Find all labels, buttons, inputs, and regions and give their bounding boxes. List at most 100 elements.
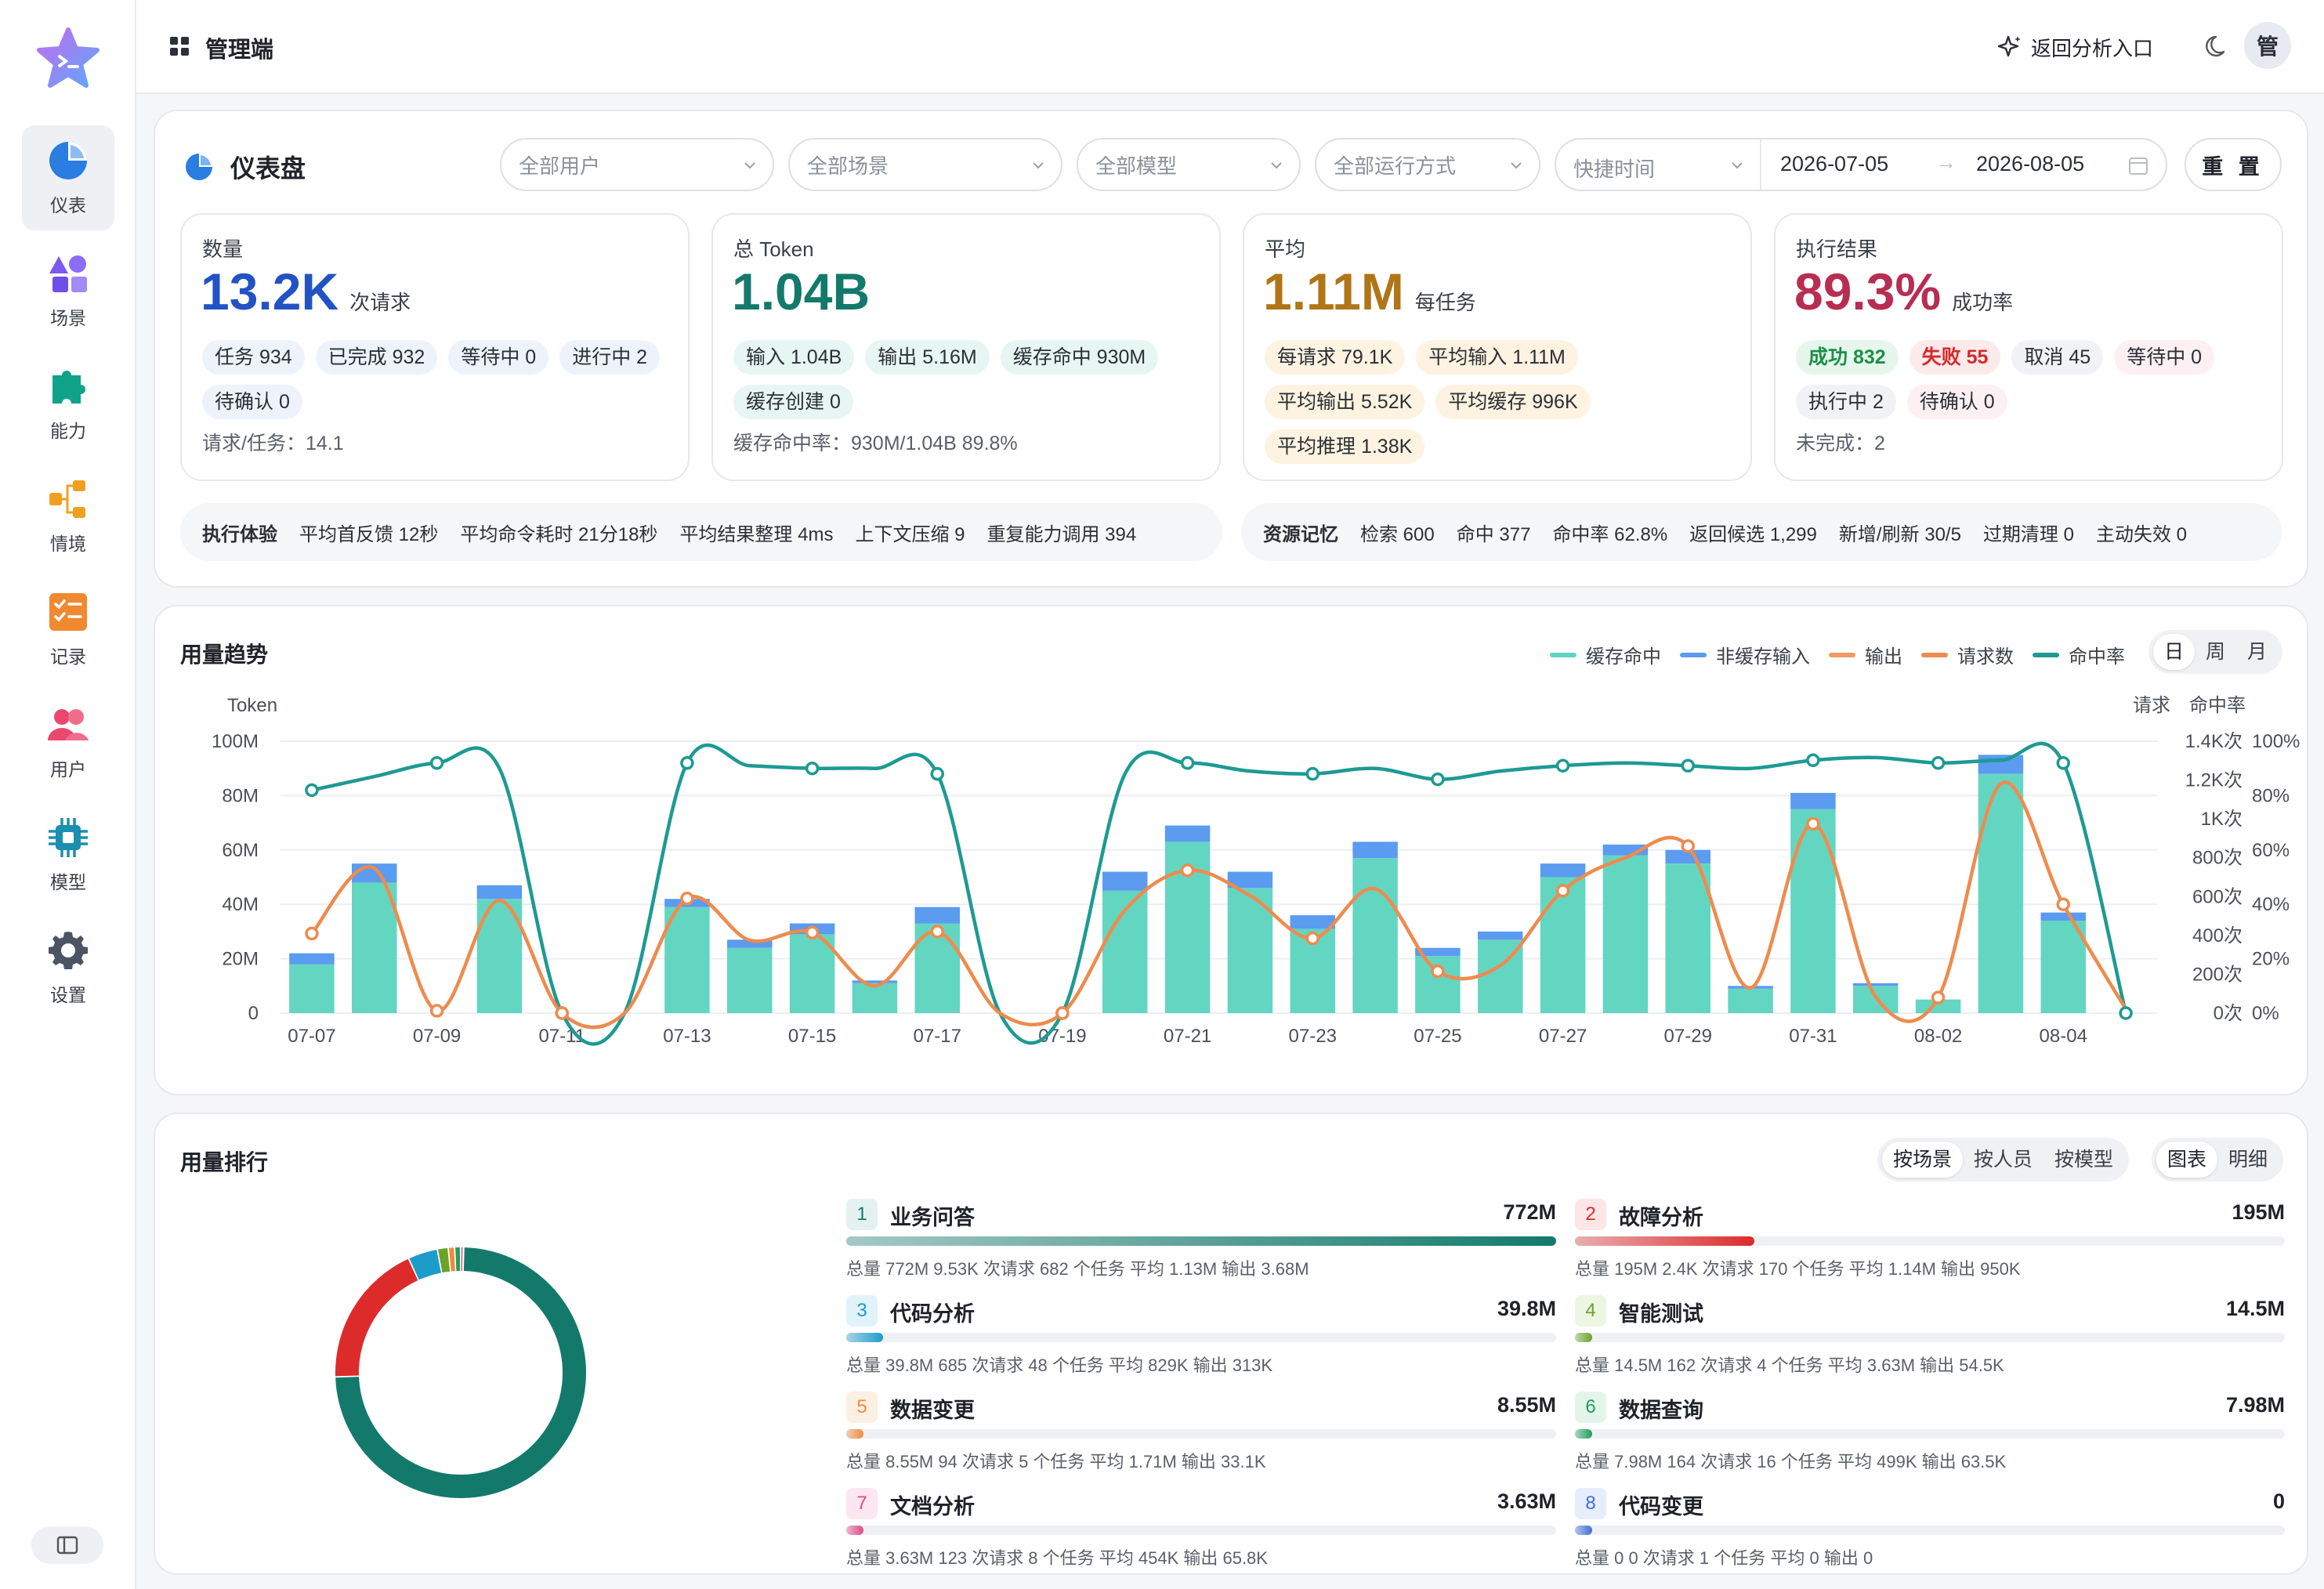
group-tab-0[interactable]: 按场景 bbox=[1882, 1142, 1964, 1178]
bar-cache-hit[interactable] bbox=[1978, 773, 2024, 1013]
bar-non-cache-input[interactable] bbox=[1978, 755, 2024, 774]
bar-cache-hit[interactable] bbox=[289, 964, 335, 1013]
sidebar-item-7[interactable]: 设置 bbox=[22, 915, 114, 1020]
bar-non-cache-input[interactable] bbox=[852, 980, 898, 983]
model-filter-select[interactable]: 全部模型 bbox=[1077, 138, 1301, 191]
bar-non-cache-input[interactable] bbox=[1853, 983, 1899, 986]
point-hit-rate[interactable] bbox=[1180, 756, 1195, 770]
legend-item[interactable]: 输出 bbox=[1829, 641, 1902, 668]
donut-slice[interactable] bbox=[455, 1247, 461, 1272]
point-requests[interactable] bbox=[930, 925, 944, 939]
donut-slice[interactable] bbox=[448, 1247, 455, 1272]
sidebar-item-2[interactable]: 能力 bbox=[22, 351, 114, 456]
group-tab-1[interactable]: 按人员 bbox=[1963, 1142, 2043, 1178]
ranking-item[interactable]: 1 业务问答 772M 总量 772M 9.53K 次请求 682 个任务 平均 1.… bbox=[846, 1196, 1556, 1290]
point-hit-rate[interactable] bbox=[1431, 772, 1445, 787]
sidebar-item-0[interactable]: 仪表 bbox=[22, 125, 114, 230]
collapse-sidebar-button[interactable] bbox=[31, 1526, 103, 1564]
bar-non-cache-input[interactable] bbox=[1790, 792, 1836, 809]
legend-item[interactable]: 请求数 bbox=[1921, 641, 2014, 668]
point-hit-rate[interactable] bbox=[680, 756, 694, 770]
bar-cache-hit[interactable] bbox=[352, 882, 397, 1013]
bar-non-cache-input[interactable] bbox=[476, 885, 523, 899]
app-grid-icon[interactable] bbox=[169, 36, 190, 56]
point-hit-rate[interactable] bbox=[1555, 758, 1570, 773]
bar-cache-hit[interactable] bbox=[1728, 988, 1773, 1013]
point-hit-rate[interactable] bbox=[2056, 756, 2070, 770]
run-mode-filter-select[interactable]: 全部运行方式 bbox=[1315, 138, 1540, 191]
point-hit-rate[interactable] bbox=[930, 766, 944, 781]
bar-non-cache-input[interactable] bbox=[2040, 912, 2086, 921]
point-requests[interactable] bbox=[305, 926, 319, 941]
ranking-item[interactable]: 3 代码分析 39.8M 总量 39.8M 685 次请求 48 个任务 平均 829… bbox=[846, 1292, 1556, 1386]
point-hit-rate[interactable] bbox=[1806, 753, 1820, 768]
ranking-item[interactable]: 2 故障分析 195M 总量 195M 2.4K 次请求 170 个任务 平均 1.1… bbox=[1575, 1196, 2285, 1290]
ranking-item[interactable]: 4 智能测试 14.5M 总量 14.5M 162 次请求 4 个任务 平均 3.63… bbox=[1575, 1292, 2285, 1386]
quick-time-select[interactable]: 快捷时间 bbox=[1573, 154, 1655, 183]
ranking-item[interactable]: 6 数据查询 7.98M 总量 7.98M 164 次请求 16 个任务 平均 499… bbox=[1575, 1388, 2285, 1482]
point-requests[interactable] bbox=[1431, 964, 1445, 979]
point-hit-rate[interactable] bbox=[1681, 758, 1695, 773]
start-date-input[interactable]: 2026-07-05 bbox=[1780, 152, 1888, 176]
point-hit-rate[interactable] bbox=[429, 756, 444, 770]
date-range-picker[interactable]: 快捷时间 2026-07-05 → 2026-08-05 bbox=[1555, 138, 2167, 191]
ranking-item[interactable]: 8 代码变更 0 总量 0 0 次请求 1 个任务 平均 0 输出 0 bbox=[1575, 1485, 2285, 1579]
bar-non-cache-input[interactable] bbox=[1164, 825, 1211, 842]
legend-item[interactable]: 非缓存输入 bbox=[1680, 641, 1810, 668]
point-requests[interactable] bbox=[1806, 816, 1820, 831]
point-requests[interactable] bbox=[2056, 897, 2070, 911]
bar-cache-hit[interactable] bbox=[852, 983, 898, 1013]
donut-slice[interactable] bbox=[461, 1247, 463, 1272]
point-hit-rate[interactable] bbox=[805, 761, 820, 776]
point-requests[interactable] bbox=[555, 1006, 569, 1020]
legend-item[interactable]: 缓存命中 bbox=[1550, 641, 1661, 668]
point-requests[interactable] bbox=[1931, 990, 1946, 1004]
bar-cache-hit[interactable] bbox=[1352, 858, 1398, 1013]
period-option-1[interactable]: 周 bbox=[2195, 634, 2236, 670]
sidebar-item-3[interactable]: 情境 bbox=[22, 464, 114, 569]
app-logo[interactable] bbox=[34, 27, 102, 89]
reset-button[interactable]: 重 置 bbox=[2185, 138, 2282, 191]
point-requests[interactable] bbox=[1305, 931, 1319, 946]
sidebar-item-5[interactable]: 用户 bbox=[22, 690, 114, 794]
ranking-item[interactable]: 7 文档分析 3.63M 总量 3.63M 123 次请求 8 个任务 平均 454K… bbox=[846, 1485, 1556, 1579]
view-tab-0[interactable]: 图表 bbox=[2156, 1142, 2218, 1178]
back-to-analysis-button[interactable]: 返回分析入口 bbox=[1996, 28, 2153, 66]
point-requests[interactable] bbox=[1681, 839, 1695, 853]
group-tab-2[interactable]: 按模型 bbox=[2043, 1142, 2124, 1178]
point-requests[interactable] bbox=[1055, 1006, 1070, 1020]
moon-icon[interactable] bbox=[2205, 33, 2232, 60]
avatar[interactable]: 管 bbox=[2244, 22, 2291, 69]
point-requests[interactable] bbox=[1555, 884, 1570, 898]
bar-non-cache-input[interactable] bbox=[1352, 842, 1398, 859]
scene-filter-select[interactable]: 全部场景 bbox=[788, 138, 1062, 191]
point-hit-rate[interactable] bbox=[1305, 766, 1319, 781]
bar-cache-hit[interactable] bbox=[727, 947, 773, 1013]
end-date-input[interactable]: 2026-08-05 bbox=[1976, 152, 2084, 176]
point-requests[interactable] bbox=[429, 1004, 444, 1018]
point-requests[interactable] bbox=[680, 892, 694, 906]
bar-non-cache-input[interactable] bbox=[1478, 931, 1523, 940]
bar-cache-hit[interactable] bbox=[664, 907, 710, 1013]
point-hit-rate[interactable] bbox=[1931, 756, 1946, 770]
bar-non-cache-input[interactable] bbox=[914, 907, 960, 924]
period-option-2[interactable]: 月 bbox=[2236, 634, 2278, 670]
legend-item[interactable]: 命中率 bbox=[2033, 641, 2125, 668]
period-option-0[interactable]: 日 bbox=[2153, 634, 2195, 670]
bar-cache-hit[interactable] bbox=[1665, 863, 1710, 1013]
bar-cache-hit[interactable] bbox=[1790, 809, 1836, 1013]
point-hit-rate[interactable] bbox=[305, 783, 319, 798]
sidebar-item-1[interactable]: 场景 bbox=[22, 238, 114, 343]
point-requests[interactable] bbox=[1180, 863, 1195, 878]
view-tab-1[interactable]: 明细 bbox=[2217, 1142, 2279, 1178]
user-filter-select[interactable]: 全部用户 bbox=[500, 138, 774, 191]
point-hit-rate[interactable] bbox=[2119, 1006, 2133, 1020]
donut-slice[interactable] bbox=[335, 1258, 418, 1377]
bar-non-cache-input[interactable] bbox=[1540, 863, 1586, 878]
bar-cache-hit[interactable] bbox=[1602, 855, 1649, 1013]
point-requests[interactable] bbox=[805, 925, 820, 939]
ranking-item[interactable]: 5 数据变更 8.55M 总量 8.55M 94 次请求 5 个任务 平均 1.71M… bbox=[846, 1388, 1556, 1482]
bar-non-cache-input[interactable] bbox=[1102, 871, 1148, 891]
sidebar-item-4[interactable]: 记录 bbox=[22, 577, 114, 682]
sidebar-item-6[interactable]: 模型 bbox=[22, 802, 114, 907]
